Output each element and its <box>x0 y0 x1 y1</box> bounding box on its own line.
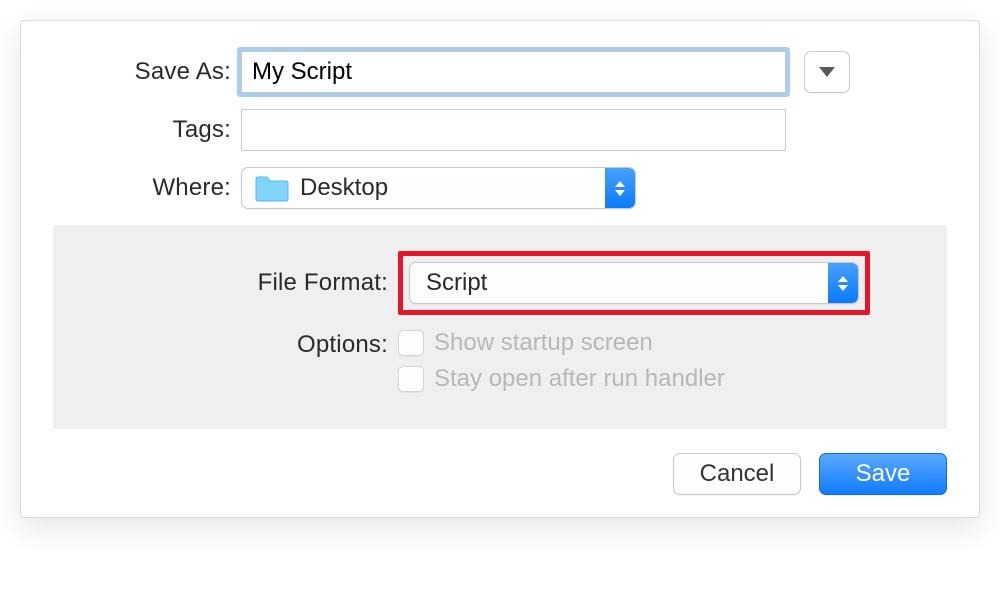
options-label: Options: <box>73 329 398 359</box>
up-down-arrows-icon <box>605 168 635 208</box>
save-button-label: Save <box>856 460 911 488</box>
file-format-highlight: Script <box>398 251 870 315</box>
where-value: Desktop <box>300 174 388 202</box>
file-format-label: File Format: <box>73 269 398 297</box>
where-label: Where: <box>51 174 241 202</box>
tags-input[interactable] <box>241 109 786 151</box>
save-button[interactable]: Save <box>819 453 947 495</box>
save-as-input[interactable] <box>241 51 786 93</box>
chevron-down-icon <box>819 67 835 77</box>
options-panel: File Format: Script Options: Show startu… <box>53 225 947 429</box>
save-dialog: Save As: Tags: Where: Desktop Fi <box>20 20 980 518</box>
options-row: Options: Show startup screen Stay open a… <box>73 329 927 401</box>
file-format-row: File Format: Script <box>73 251 927 315</box>
options-checkboxes: Show startup screen Stay open after run … <box>398 329 725 401</box>
where-row: Where: Desktop <box>51 167 949 209</box>
tags-label: Tags: <box>51 116 241 144</box>
cancel-button[interactable]: Cancel <box>673 453 801 495</box>
tags-row: Tags: <box>51 109 949 151</box>
save-as-row: Save As: <box>51 51 949 93</box>
show-startup-row: Show startup screen <box>398 329 725 357</box>
save-as-label: Save As: <box>51 58 241 86</box>
show-startup-label: Show startup screen <box>434 329 653 357</box>
show-startup-checkbox[interactable] <box>398 330 424 356</box>
up-down-arrows-icon <box>828 263 858 303</box>
folder-icon <box>254 174 290 202</box>
where-popup[interactable]: Desktop <box>241 167 636 209</box>
action-bar: Cancel Save <box>51 453 949 495</box>
stay-open-label: Stay open after run handler <box>434 365 725 393</box>
stay-open-checkbox[interactable] <box>398 366 424 392</box>
file-format-popup[interactable]: Script <box>409 262 859 304</box>
expand-button[interactable] <box>804 51 850 93</box>
stay-open-row: Stay open after run handler <box>398 365 725 393</box>
cancel-button-label: Cancel <box>700 460 775 488</box>
file-format-value: Script <box>426 269 487 297</box>
